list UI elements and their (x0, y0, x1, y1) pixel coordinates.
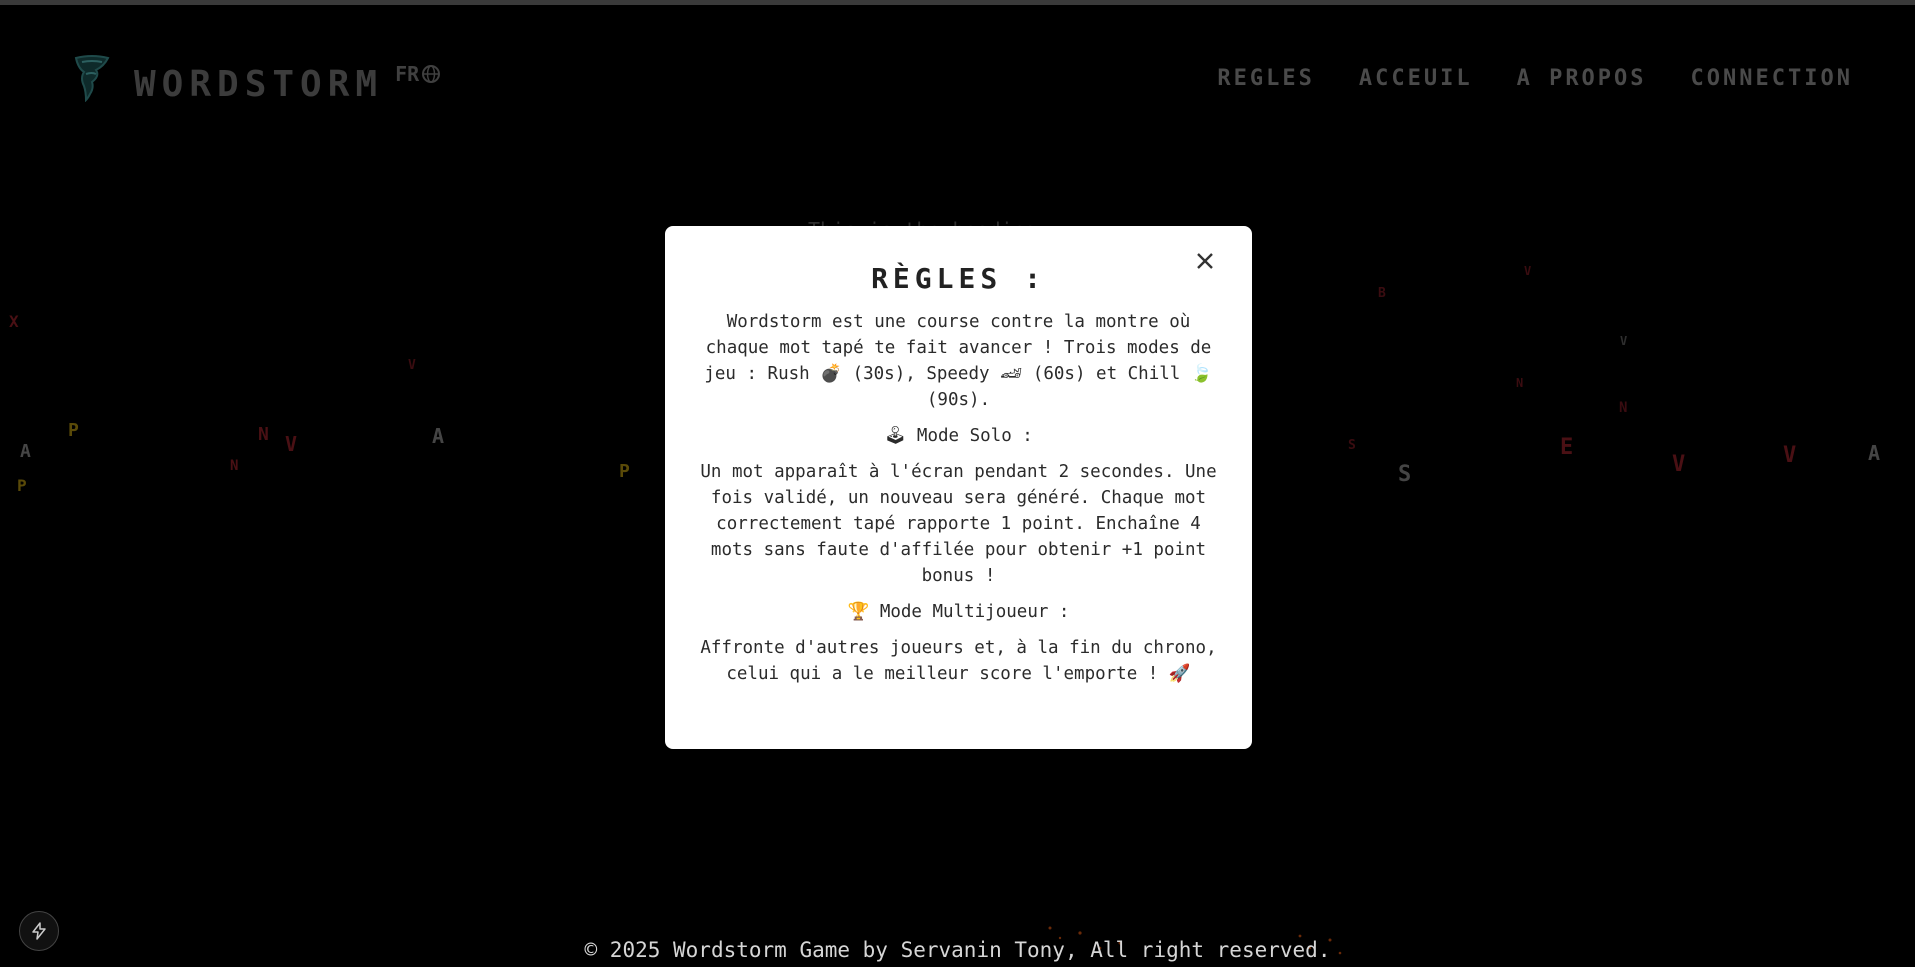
dev-tools-button[interactable] (19, 911, 59, 951)
footer-copyright: © 2025 Wordstorm Game by Servanin Tony, … (584, 938, 1331, 962)
falling-letter: V (408, 358, 416, 373)
falling-letter: V (1620, 334, 1628, 348)
falling-letter: N (1516, 376, 1524, 390)
falling-letter: P (17, 476, 27, 495)
globe-icon (422, 65, 441, 83)
solo-mode-text: Un mot apparaît à l'écran pendant 2 seco… (700, 462, 1217, 586)
main-nav: REGLES ACCEUIL A PROPOS CONNECTION (1217, 66, 1853, 91)
falling-letter: N (258, 424, 269, 445)
nav-a-propos[interactable]: A PROPOS (1517, 66, 1647, 91)
falling-letter: E (1560, 435, 1574, 460)
falling-letter: N (1619, 400, 1628, 416)
falling-letter: V (285, 432, 298, 456)
falling-letter: A (20, 441, 31, 462)
solo-mode-title: 🕹 Mode Solo : (884, 426, 1033, 446)
nav-regles[interactable]: REGLES (1217, 66, 1314, 91)
nav-connection[interactable]: CONNECTION (1691, 66, 1853, 91)
language-selector[interactable]: FR (395, 62, 441, 86)
top-border (0, 0, 1915, 5)
falling-letter: V (1783, 443, 1797, 468)
falling-letter: X (9, 312, 19, 331)
falling-letter: P (68, 420, 79, 441)
nav-acceuil[interactable]: ACCEUIL (1359, 66, 1473, 91)
falling-letter: B (1378, 286, 1386, 301)
tornado-icon (74, 55, 110, 102)
logo-text: WORDSTORM (134, 64, 384, 105)
logo[interactable]: WORDSTORM FR (74, 54, 441, 105)
multi-mode-title: 🏆 Mode Multijoueur : (847, 602, 1070, 622)
rules-intro: Wordstorm est une course contre la montr… (704, 312, 1213, 410)
close-icon[interactable] (1192, 248, 1218, 274)
modal-title: RÈGLES : (871, 262, 1046, 295)
falling-letter: S (1398, 462, 1412, 487)
falling-letter: V (1672, 452, 1686, 477)
game-page: WORDSTORM FR REGLES ACCEUIL A PROPOS CON… (0, 0, 1915, 967)
rules-modal: RÈGLES : Wordstorm est une course contre… (665, 226, 1252, 749)
falling-letter: S (1348, 438, 1356, 453)
language-label: FR (395, 62, 420, 86)
lightning-icon (32, 922, 46, 940)
falling-letter: A (1868, 441, 1881, 465)
falling-letter: V (1524, 264, 1532, 278)
falling-letter: A (432, 424, 445, 448)
falling-letter: P (619, 461, 630, 482)
multi-mode-text: Affronte d'autres joueurs et, à la fin d… (700, 638, 1217, 684)
falling-letter: N (230, 458, 239, 474)
